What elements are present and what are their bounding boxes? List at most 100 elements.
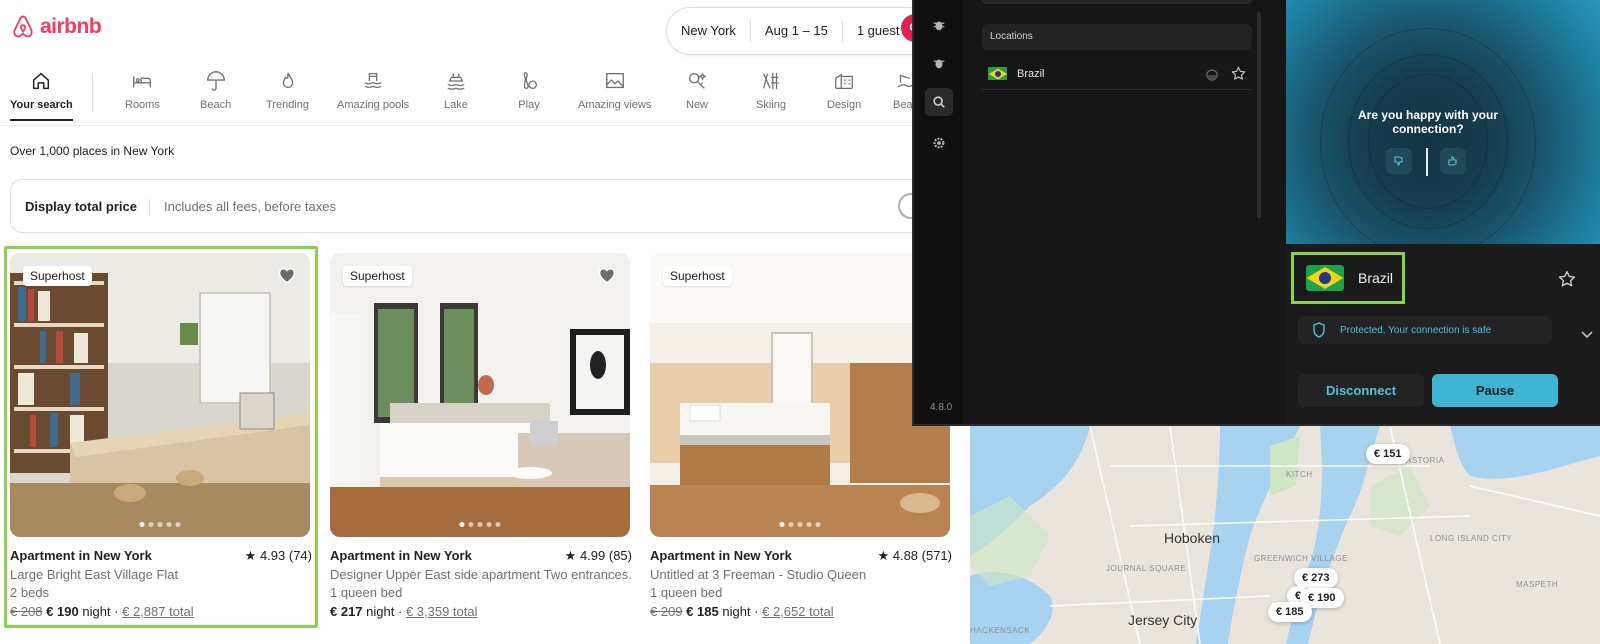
total-price-toggle-bar[interactable]: Display total price Includes all fees, b… [10,179,950,233]
vpn-version: 4.8.0 [930,402,953,413]
category-label: Your search [10,99,73,111]
map-price-pin[interactable]: € 273 [1294,568,1338,588]
heart-icon[interactable] [597,265,617,289]
vpn-bug-alt-icon[interactable] [928,52,950,74]
protection-status-text: Protected. Your connection is safe [1340,324,1492,336]
category-design[interactable]: Design [827,70,861,111]
house-icon [33,72,50,90]
airbnb-header: airbnb New York Aug 1 – 15 1 guest [0,0,940,56]
places-count: Over 1,000 places in New York [10,144,175,158]
category-label: Beach [200,99,232,111]
listing-title: Apartment in New York [330,548,472,563]
category-divider [92,74,93,112]
map-price-pin[interactable]: € 185 [1268,602,1312,622]
category-beach[interactable]: Beach [200,70,231,111]
photo-dots [779,522,821,527]
load-indicator-icon [1206,68,1218,86]
favorite-star-icon[interactable] [1558,270,1576,293]
location-row-brazil[interactable]: Brazil [982,58,1252,90]
thumbs-up-icon[interactable] [1440,148,1466,174]
listing-photo[interactable]: Superhost [330,253,630,537]
category-label: Lake [444,99,468,111]
listings-map[interactable]: Hoboken Jersey City LONG ISLAND CITY AST… [970,426,1600,644]
thumbs-down-icon[interactable] [1386,148,1412,174]
category-trending[interactable]: Trending [266,70,309,111]
category-rooms[interactable]: Rooms [125,70,160,111]
listing-price: € 217 night · € 3,359 total [330,604,478,619]
selected-country[interactable]: Brazil [1291,252,1405,304]
map-label-hoboken: Hoboken [1164,530,1221,546]
category-new[interactable]: New [686,70,708,111]
category-your-search[interactable]: Your search [10,70,73,121]
category-label: Amazing views [578,99,652,111]
listing-photo-image [650,253,950,537]
category-amazing-pools[interactable]: Amazing pools [337,70,409,111]
search-dates[interactable]: Aug 1 – 15 [751,20,843,42]
listing-description: Designer Upper East side apartment Two e… [330,567,632,582]
search-bar[interactable]: New York Aug 1 – 15 1 guest [666,7,936,55]
favorite-star-icon[interactable] [1231,66,1246,86]
protection-status[interactable]: Protected. Your connection is safe [1298,316,1552,344]
brazil-flag-icon [988,67,1007,80]
location-name: Brazil [1017,67,1045,80]
listing-price: € 209 € 185 night · € 2,652 total [650,604,834,619]
current-price: € 217 [330,604,363,619]
listing-card[interactable]: Superhost Apartment in New York ★ 4.99 (… [330,253,632,619]
category-label: Trending [266,99,310,111]
photo-dots [459,522,501,527]
vpn-status-card: Brazil Protected. Your connection is saf… [1286,244,1600,424]
airbnb-logo[interactable]: airbnb [10,14,102,40]
category-label: Skiing [756,99,786,111]
star-icon: ★ [877,548,890,563]
category-label: Design [827,99,862,111]
listing-beds: 1 queen bed [330,585,403,600]
pause-button[interactable]: Pause [1432,374,1558,407]
map-label-kitchen: KITCH [1286,470,1313,479]
vpn-sidebar: 4.8.0 [914,0,962,424]
category-amazing-views[interactable]: Amazing views [578,70,651,111]
vpn-list-top-bar [982,0,1252,4]
listing-card[interactable]: Superhost Apartment in New York ★ 4.88 (… [650,253,952,619]
price-unit: night [722,604,751,619]
vpn-search-locations-icon[interactable] [925,88,953,116]
disconnect-button[interactable]: Disconnect [1298,374,1424,407]
bed-icon [133,76,152,88]
total-price-description: Includes all fees, before taxes [163,198,336,214]
vpn-location-list: Locations Brazil [978,0,1256,424]
category-label: Rooms [125,99,160,111]
total-price-link[interactable]: € 2,652 total [762,604,834,619]
map-label-maspeth: MASPETH [1516,580,1559,589]
search-location[interactable]: New York [667,20,751,42]
vpn-window: 4.8.0 Locations Brazil Are you happy wit… [912,0,1600,426]
category-play[interactable]: Play [518,70,540,111]
pool-icon [364,73,382,89]
bowling-icon [523,72,537,89]
map-label-long-island-city: LONG ISLAND CITY [1430,534,1513,543]
listing-photo[interactable]: Superhost [650,253,950,537]
vpn-bug-icon[interactable] [928,14,950,36]
superhost-badge: Superhost [343,266,412,286]
category-label: Amazing pools [337,99,410,111]
chevron-down-icon[interactable] [1580,326,1594,344]
map-label-jersey-city: Jersey City [1128,612,1198,628]
airbnb-logo-text: airbnb [40,15,102,38]
category-lake[interactable]: Lake [444,70,468,111]
vpn-list-scrollbar[interactable] [1257,12,1261,218]
picture-icon [605,72,624,89]
lake-icon [447,73,465,90]
airbnb-logo-icon [13,15,33,38]
category-skiing[interactable]: Skiing [756,70,786,111]
selected-country-name: Brazil [1358,270,1394,286]
current-price: € 185 [686,604,719,619]
map-price-pin[interactable]: € 151 [1366,444,1410,464]
total-price-label: Display total price [11,198,150,214]
connection-feedback-question: Are you happy with your connection? [1357,108,1498,136]
total-price-link[interactable]: € 3,359 total [406,604,478,619]
category-label: New [686,99,709,111]
umbrella-icon [206,71,225,91]
sparkle-key-icon [688,72,707,89]
gear-icon[interactable] [928,132,950,154]
price-unit: night [366,604,395,619]
selected-listing-highlight [4,246,318,628]
superhost-badge: Superhost [663,266,732,286]
